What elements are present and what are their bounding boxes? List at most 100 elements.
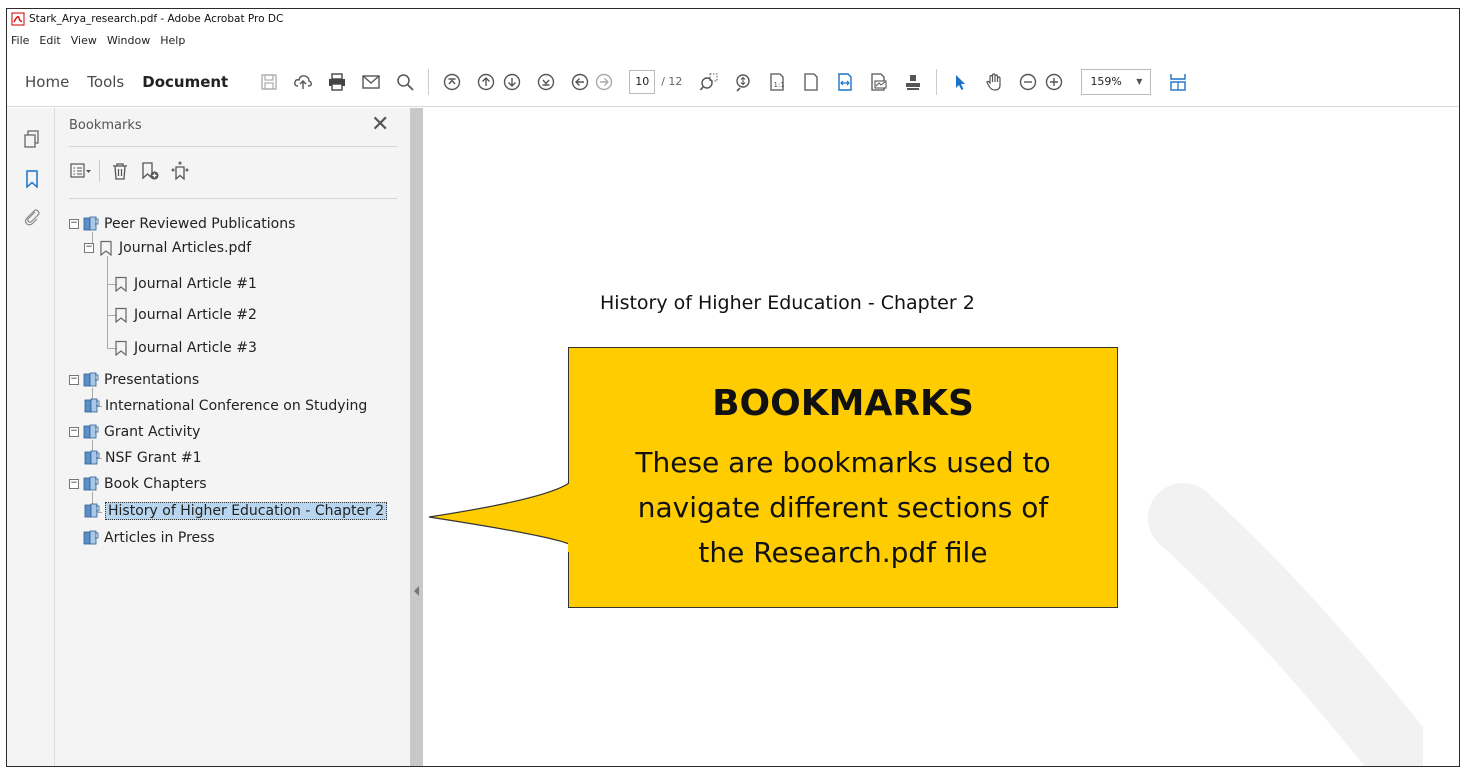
page-shadow [1148, 483, 1423, 766]
callout-line: the Research.pdf file [698, 536, 988, 569]
bookmark-item[interactable]: Journal Article #2 [113, 305, 257, 325]
bookmark-folder-icon [83, 372, 99, 388]
panel-splitter[interactable] [410, 108, 423, 766]
read-mode-icon[interactable] [868, 71, 890, 93]
marquee-zoom-icon[interactable] [698, 71, 720, 93]
bookmark-item[interactable]: − Peer Reviewed Publications [69, 214, 295, 234]
page-total: / 12 [661, 75, 683, 88]
collapse-toggle-icon[interactable]: − [69, 479, 79, 489]
fit-page-icon[interactable] [800, 71, 822, 93]
zoom-in-icon[interactable] [1043, 71, 1065, 93]
callout-line: navigate different sections of [637, 491, 1049, 524]
zoom-value: 159% [1090, 75, 1122, 88]
page-thumbnails-icon[interactable] [21, 128, 43, 150]
collapse-toggle-icon[interactable]: − [84, 243, 94, 253]
menu-view[interactable]: View [71, 34, 97, 47]
collapse-toggle-icon[interactable]: − [69, 219, 79, 229]
bookmark-label: Journal Article #2 [134, 307, 257, 323]
bookmark-icon [113, 276, 129, 292]
hand-tool-icon[interactable] [983, 71, 1005, 93]
navigation-pane-strip [7, 108, 55, 766]
bookmark-folder-icon [84, 398, 100, 414]
upload-cloud-icon[interactable] [292, 71, 314, 93]
acrobat-window: Stark_Arya_research.pdf - Adobe Acrobat … [6, 8, 1460, 767]
menu-edit[interactable]: Edit [39, 34, 60, 47]
bookmark-folder-icon [83, 530, 99, 546]
print-icon[interactable] [326, 71, 348, 93]
toolbar-divider [428, 68, 430, 95]
page-number-input[interactable]: 10 [629, 69, 656, 94]
first-page-icon[interactable] [441, 71, 463, 93]
bookmarks-toolbar [69, 158, 198, 184]
fit-width-icon[interactable] [834, 71, 856, 93]
bookmark-folder-icon [84, 450, 100, 466]
divider [69, 146, 397, 147]
menu-window[interactable]: Window [107, 34, 150, 47]
search-icon[interactable] [394, 71, 416, 93]
close-icon[interactable]: ✕ [371, 112, 389, 137]
expand-bookmark-icon[interactable] [168, 159, 192, 183]
select-cursor-icon[interactable] [949, 71, 971, 93]
menu-file[interactable]: File [11, 34, 29, 47]
bookmark-item[interactable]: − Presentations [69, 370, 199, 390]
callout-title: BOOKMARKS [712, 383, 974, 424]
options-menu-icon[interactable] [69, 159, 93, 183]
menu-help[interactable]: Help [160, 34, 185, 47]
email-icon[interactable] [360, 71, 382, 93]
next-page-icon[interactable] [501, 71, 523, 93]
bookmark-label: Presentations [104, 372, 200, 388]
bookmark-label: Grant Activity [104, 424, 201, 440]
bookmark-item[interactable]: International Conference on Studying [84, 396, 367, 416]
bookmark-item[interactable]: History of Higher Education - Chapter 2 [84, 501, 388, 521]
delete-bookmark-icon[interactable] [108, 159, 132, 183]
previous-page-icon[interactable] [475, 71, 497, 93]
collapse-arrow-icon[interactable] [414, 586, 419, 596]
actual-size-icon[interactable]: 1:1 [766, 71, 788, 93]
bookmark-item[interactable]: Journal Article #3 [113, 338, 257, 358]
bookmark-item[interactable]: Journal Article #1 [113, 274, 257, 294]
forward-view-icon[interactable] [593, 71, 615, 93]
bookmark-label: Journal Articles.pdf [119, 240, 252, 256]
pdf-app-icon [11, 12, 25, 26]
collapse-toggle-icon[interactable]: − [69, 427, 79, 437]
back-view-icon[interactable] [569, 71, 591, 93]
new-bookmark-icon[interactable] [138, 159, 162, 183]
bookmark-label: Book Chapters [104, 476, 207, 492]
tree-line [107, 256, 108, 348]
bookmark-folder-icon [84, 503, 100, 519]
page-display-icon[interactable] [1167, 71, 1189, 93]
attachments-icon[interactable] [21, 206, 43, 228]
collapse-toggle-icon[interactable]: − [69, 375, 79, 385]
title-bar: Stark_Arya_research.pdf - Adobe Acrobat … [7, 9, 1459, 29]
bookmark-label: History of Higher Education - Chapter 2 [105, 502, 388, 520]
tab-tools[interactable]: Tools [87, 73, 124, 91]
toolbar-divider [99, 160, 100, 182]
zoom-out-icon[interactable] [1017, 71, 1039, 93]
bookmark-item[interactable]: Articles in Press [69, 528, 215, 548]
chevron-down-icon: ▼ [1136, 77, 1143, 86]
bookmark-item[interactable]: NSF Grant #1 [84, 448, 202, 468]
bookmark-icon [113, 307, 129, 323]
tab-home[interactable]: Home [25, 73, 69, 91]
bookmark-icon [98, 240, 114, 256]
callout-seam [568, 484, 571, 552]
callout-line: These are bookmarks used to [635, 446, 1051, 479]
toolbar-divider [936, 68, 938, 95]
bookmark-item[interactable]: − Book Chapters [69, 474, 207, 494]
tab-document[interactable]: Document [142, 73, 228, 91]
bookmark-label: International Conference on Studying [105, 398, 368, 414]
bookmarks-panel: Bookmarks ✕ − Peer Reviewed Publications… [55, 108, 410, 766]
bookmark-icon [113, 340, 129, 356]
bookmark-item[interactable]: − Grant Activity [69, 422, 200, 442]
bookmark-item[interactable]: − Journal Articles.pdf [84, 238, 251, 258]
window-title: Stark_Arya_research.pdf - Adobe Acrobat … [29, 13, 284, 25]
main-toolbar: Home Tools Document 10 / 12 1:1 159% ▼ [7, 57, 1459, 107]
bookmark-label: Journal Article #3 [134, 340, 257, 356]
bookmarks-panel-icon[interactable] [21, 168, 43, 190]
document-heading: History of Higher Education - Chapter 2 [600, 292, 975, 314]
last-page-icon[interactable] [535, 71, 557, 93]
stamp-icon[interactable] [902, 71, 924, 93]
save-icon[interactable] [258, 71, 280, 93]
zoom-dropdown[interactable]: 159% ▼ [1081, 68, 1152, 95]
zoom-scroll-icon[interactable] [732, 71, 754, 93]
